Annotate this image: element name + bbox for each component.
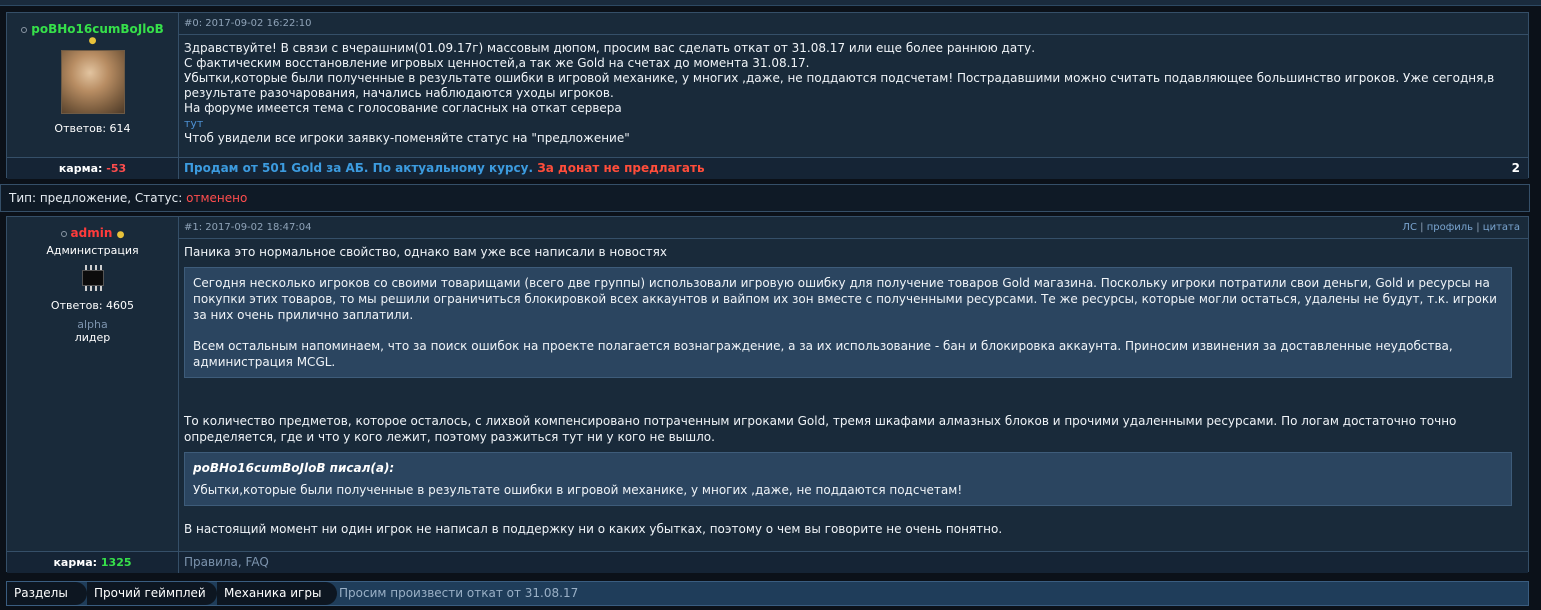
post-line: результате разочарования, начались наблю…	[184, 86, 614, 100]
signature-warning-text: За донат не предлагать	[537, 161, 705, 175]
author-link[interactable]: poBHo16cumBoJloB	[31, 22, 164, 36]
topic-status-bar: Тип: предложение, Статус: отменено	[0, 184, 1530, 212]
signature: Правила, FAQ	[179, 551, 1528, 573]
user-quote: poBHo16cumBoJloB писал(а): Убытки,которы…	[184, 452, 1512, 506]
post: admin ● Администрация Ответов: 4605 alph…	[6, 216, 1529, 573]
karma: карма: 1325	[7, 551, 179, 573]
avatar	[60, 50, 125, 114]
post-body: Паника это нормальное свойство, однако в…	[179, 239, 1528, 537]
separator: |	[1420, 222, 1424, 233]
forum-thread: poBHo16cumBoJloB ● Ответов: 614 #0: 2017…	[0, 6, 1530, 610]
breadcrumb-item-current: Просим произвести откат от 31.08.17	[339, 586, 579, 600]
chip-icon	[76, 265, 110, 291]
news-quote: Сегодня несколько игроков со своими това…	[184, 267, 1512, 378]
author-name[interactable]: poBHo16cumBoJloB	[7, 22, 178, 36]
offline-status-icon	[60, 230, 67, 237]
post-actions: ЛС | профиль | цитата	[1402, 217, 1520, 238]
separator: |	[1476, 222, 1480, 233]
profile-link[interactable]: профиль	[1427, 222, 1473, 233]
karma-label: карма:	[58, 162, 103, 175]
post-paragraph: В настоящий момент ни один игрок не напи…	[184, 522, 1003, 536]
breadcrumb-item-sections[interactable]: Разделы	[7, 582, 87, 605]
rank-star-icon: ●	[116, 230, 125, 240]
quote-link[interactable]: цитата	[1483, 222, 1520, 233]
post-line: Здравствуйте! В связи с вчерашним(01.09.…	[184, 41, 1036, 55]
post-line: Убытки,которые были полученные в результ…	[184, 71, 1495, 85]
author-panel: admin ● Администрация Ответов: 4605 alph…	[7, 217, 179, 551]
post-body: Здравствуйте! В связи с вчерашним(01.09.…	[179, 35, 1528, 157]
author-role: Администрация	[46, 244, 139, 257]
author-panel: poBHo16cumBoJloB ● Ответов: 614	[7, 13, 179, 157]
karma: карма: -53	[7, 157, 179, 179]
offline-status-icon	[21, 26, 28, 33]
breadcrumb: Разделы Прочий геймплей Механика игры Пр…	[6, 581, 1529, 606]
signature-sale-text: Продам от 501 Gold за АБ. По актуальному…	[184, 161, 534, 175]
quote-paragraph: Сегодня несколько игроков со своими това…	[193, 276, 1497, 322]
breadcrumb-item-game-mechanics[interactable]: Механика игры	[217, 582, 337, 605]
status-value: отменено	[186, 191, 248, 205]
signature-count: 2	[1511, 161, 1520, 175]
post-intro: Паника это нормальное свойство, однако в…	[184, 245, 667, 259]
signature: Продам от 501 Gold за АБ. По актуальному…	[179, 157, 1528, 179]
reply-count: Ответов: 4605	[50, 299, 135, 312]
karma-value: -53	[106, 162, 127, 175]
breadcrumb-item-other-gameplay[interactable]: Прочий геймплей	[87, 582, 217, 605]
post-line: Чтоб увидели все игроки заявку-поменяйте…	[184, 131, 630, 145]
post-meta: #1: 2017-09-02 18:47:04 ЛС | профиль | ц…	[179, 217, 1528, 239]
status-label: Тип: предложение, Статус:	[9, 191, 183, 205]
separator: ,	[237, 555, 242, 569]
rules-link[interactable]: Правила	[184, 555, 238, 569]
post: poBHo16cumBoJloB ● Ответов: 614 #0: 2017…	[6, 12, 1529, 179]
karma-label: карма:	[53, 556, 98, 569]
author-group: alpha	[77, 318, 108, 331]
author-link[interactable]: admin	[71, 226, 113, 240]
post-paragraph: То количество предметов, которое осталос…	[184, 414, 1457, 444]
reply-count: Ответов: 614	[54, 122, 131, 135]
post-line: На форуме имеется тема с голосование сог…	[184, 101, 622, 115]
post-meta: #0: 2017-09-02 16:22:10	[179, 13, 1528, 35]
quote-author: poBHo16cumBoJloB писал(а):	[193, 461, 395, 475]
quote-paragraph: Всем остальным напоминаем, что за поиск …	[193, 339, 1453, 369]
post-timestamp: #1: 2017-09-02 18:47:04	[184, 222, 312, 233]
rank-star-icon: ●	[88, 36, 97, 46]
author-name[interactable]: admin ●	[7, 226, 178, 240]
vote-topic-link[interactable]: тут	[184, 116, 1520, 131]
faq-link[interactable]: FAQ	[246, 555, 269, 569]
pm-link[interactable]: ЛС	[1402, 222, 1417, 233]
karma-value: 1325	[100, 556, 132, 569]
quote-text: Убытки,которые были полученные в результ…	[193, 483, 963, 497]
post-line: С фактическим восстановление игровых цен…	[184, 56, 810, 70]
author-rank: лидер	[74, 331, 111, 344]
